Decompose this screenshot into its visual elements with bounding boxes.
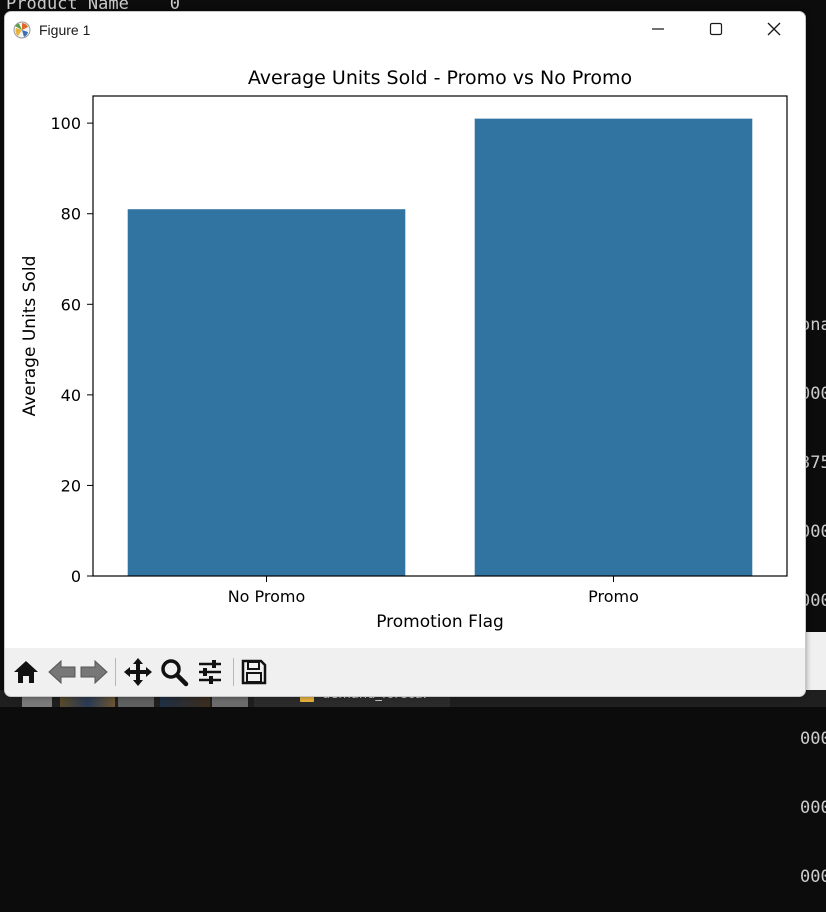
- figure-canvas[interactable]: 0 20 40 60 80 100 No Promo Promo Average Units…: [5, 48, 805, 648]
- minimize-icon: [652, 28, 664, 30]
- terminal-line: 000: [800, 798, 826, 818]
- chart-title: Average Units Sold - Promo vs No Promo: [248, 67, 632, 89]
- y-tick-label: 0: [71, 567, 81, 586]
- bar-chart: 0 20 40 60 80 100 No Promo Promo Average Units…: [20, 67, 788, 632]
- x-axis-label: Promotion Flag: [376, 612, 504, 632]
- zoom-button[interactable]: [157, 656, 191, 688]
- bar-promo: [474, 118, 753, 576]
- pan-button[interactable]: [121, 656, 155, 688]
- y-tick-label: 20: [61, 476, 81, 495]
- y-tick-label: 60: [61, 295, 81, 314]
- maximize-icon: [709, 22, 723, 36]
- back-button[interactable]: [45, 656, 79, 688]
- maximize-button[interactable]: [693, 12, 739, 46]
- close-icon: [767, 22, 781, 36]
- navigation-toolbar: [5, 648, 805, 696]
- figure-window: Figure 1 0 20 40 60 80 100 No Promo Promo Aver…: [4, 11, 806, 697]
- forward-button[interactable]: [77, 656, 111, 688]
- y-tick-label: 40: [61, 386, 81, 405]
- back-arrow-icon: [48, 659, 76, 685]
- matplotlib-app-icon: [13, 21, 31, 39]
- title-bar[interactable]: Figure 1: [5, 12, 805, 48]
- y-tick-label: 100: [50, 114, 81, 133]
- home-button[interactable]: [9, 656, 43, 688]
- y-axis-label: Average Units Sold: [20, 256, 40, 417]
- y-tick-label: 80: [61, 205, 81, 224]
- save-icon: [241, 659, 267, 685]
- terminal-line: 000: [800, 729, 826, 749]
- window-title: Figure 1: [39, 22, 91, 38]
- toolbar-separator: [115, 658, 116, 686]
- terminal-line: 000: [800, 867, 826, 887]
- configure-subplots-icon: [199, 660, 221, 684]
- x-tick-label: No Promo: [228, 587, 306, 606]
- minimize-button[interactable]: [635, 12, 681, 46]
- bar-no-promo: [127, 209, 406, 576]
- pan-move-icon: [124, 658, 152, 686]
- x-tick-label: Promo: [588, 587, 639, 606]
- configure-subplots-button[interactable]: [193, 656, 227, 688]
- home-icon: [14, 661, 38, 683]
- save-button[interactable]: [237, 656, 271, 688]
- close-button[interactable]: [751, 12, 797, 46]
- background-window-edge: [805, 632, 826, 690]
- toolbar-separator: [233, 658, 234, 686]
- forward-arrow-icon: [80, 659, 108, 685]
- zoom-magnifier-icon: [161, 659, 189, 687]
